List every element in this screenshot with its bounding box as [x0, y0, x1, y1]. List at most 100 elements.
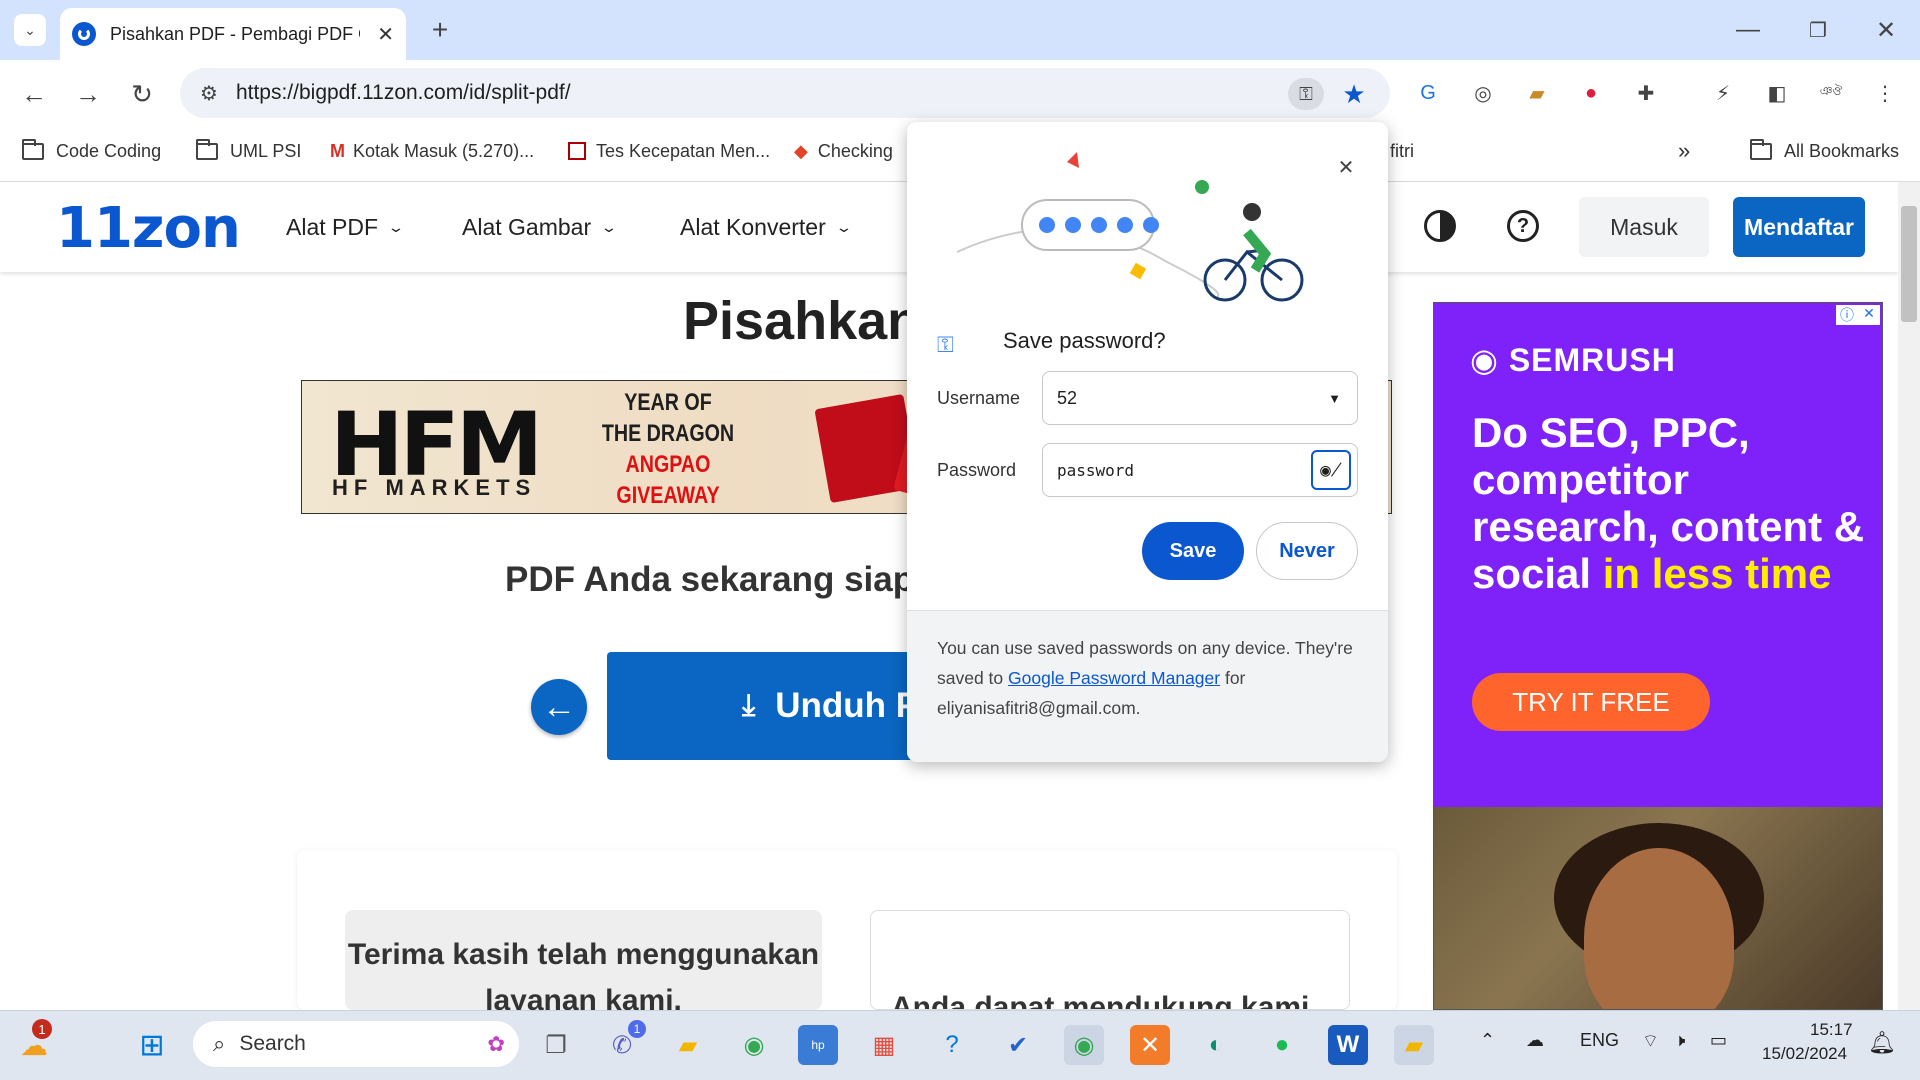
store-icon[interactable]: ▦ — [864, 1025, 904, 1065]
more-bookmarks-button[interactable]: » — [1678, 136, 1690, 166]
chrome-icon[interactable]: ◉ — [1064, 1025, 1104, 1065]
restore-button[interactable]: ❐ — [1800, 14, 1836, 46]
grammarly-extension-icon[interactable]: ◎ — [1468, 78, 1498, 108]
ad-info-icon[interactable]: ⓘ — [1836, 305, 1858, 325]
speedtest-icon — [568, 142, 586, 160]
taskbar-search[interactable]: ⌕ Search ✿ — [193, 1021, 519, 1067]
bookmark-code-coding[interactable]: Code Coding — [22, 136, 161, 166]
myhp-icon[interactable]: hp — [798, 1025, 838, 1065]
file-manager-icon[interactable]: ▰ — [1394, 1025, 1434, 1065]
bookmark-label: fitri — [1390, 140, 1414, 161]
help-icon[interactable]: ? — [1507, 210, 1539, 242]
url-text[interactable]: https://bigpdf.11zon.com/id/split-pdf/ — [236, 81, 571, 105]
password-key-icon[interactable]: ⚿ — [1288, 78, 1324, 110]
site-info-icon[interactable]: ⚙ — [200, 81, 218, 106]
minimize-button[interactable]: — — [1730, 14, 1766, 46]
back-button[interactable]: ← — [16, 78, 52, 110]
reload-button[interactable]: ↻ — [124, 78, 160, 110]
xampp-icon[interactable]: ✕ — [1130, 1025, 1170, 1065]
semrush-ad[interactable]: ◉ SEMRUSH Do SEO, PPC, competitor resear… — [1433, 302, 1883, 1010]
browser-tab[interactable]: Pisahkan PDF - Pembagi PDF Online ✕ — [60, 8, 406, 60]
translate-extension-icon[interactable]: G — [1413, 78, 1443, 108]
nav-alat-gambar[interactable]: Alat Gambar ⌄ — [462, 214, 618, 241]
password-manager-link[interactable]: Google Password Manager — [1008, 668, 1220, 688]
bookmark-label: Tes Kecepatan Men... — [596, 140, 771, 161]
new-tab-button[interactable]: + — [424, 14, 456, 46]
forward-button[interactable]: → — [70, 78, 106, 110]
site-logo[interactable]: 11zon — [56, 196, 241, 261]
todo-icon[interactable]: ✔ — [998, 1025, 1038, 1065]
start-windows-icon[interactable]: ⊞ — [132, 1025, 172, 1065]
eye-off-icon[interactable]: ◉̸ — [1311, 450, 1351, 490]
search-icon: ⌕ — [213, 1031, 226, 1056]
scrollbar-thumb[interactable] — [1901, 206, 1917, 322]
nav-alat-pdf[interactable]: Alat PDF ⌄ — [286, 214, 405, 241]
address-bar[interactable]: ⚙ https://bigpdf.11zon.com/id/split-pdf/ — [180, 68, 1390, 118]
copilot-icon: ✿ — [487, 1032, 505, 1056]
bookmark-gmail[interactable]: M Kotak Masuk (5.270)... — [330, 136, 534, 166]
side-panel-icon[interactable]: ◧ — [1762, 78, 1792, 108]
ad-choices[interactable]: ⓘ ✕ — [1836, 305, 1880, 325]
close-dialog-icon[interactable]: ✕ — [1331, 152, 1361, 182]
profile-icon[interactable]: ঞঔ — [1816, 78, 1846, 108]
menu-kebab-icon[interactable]: ⋮ — [1870, 78, 1900, 108]
clock-time[interactable]: 15:17 — [1810, 1020, 1853, 1040]
username-label: Username — [937, 388, 1021, 408]
folder-icon — [22, 138, 44, 160]
signup-button[interactable]: Mendaftar — [1733, 197, 1865, 257]
nav-label: Alat PDF — [286, 214, 379, 240]
try-it-free-button[interactable]: TRY IT FREE — [1472, 673, 1710, 731]
bookmark-star-icon[interactable]: ★ — [1337, 78, 1371, 110]
bookmark-label: Code Coding — [56, 140, 162, 161]
semrush-logo: ◉ SEMRUSH — [1470, 342, 1676, 378]
back-arrow-button[interactable]: ← — [531, 679, 587, 735]
record-extension-icon[interactable]: ● — [1576, 78, 1606, 108]
bookmark-speedtest[interactable]: Tes Kecepatan Men... — [568, 136, 770, 166]
notification-bell-icon[interactable]: 🔔︎ — [1868, 1030, 1896, 1056]
bookmark-label: UML PSI — [230, 140, 302, 161]
close-tab-icon[interactable]: ✕ — [377, 22, 394, 47]
bookmark-checking[interactable]: ◆ Checking — [794, 136, 893, 166]
tray-overflow-icon[interactable]: ⌃ — [1480, 1030, 1495, 1051]
wifi-icon[interactable]: ⌔ — [1642, 1030, 1659, 1053]
login-button[interactable]: Masuk — [1579, 197, 1709, 257]
ad-headline: YEAR OF THE DRAGON ANGPAO GIVEAWAY — [601, 389, 735, 509]
battery-icon[interactable]: ▭ — [1710, 1030, 1727, 1051]
word-icon[interactable]: W — [1328, 1025, 1368, 1065]
language-indicator[interactable]: ENG — [1580, 1030, 1619, 1051]
get-help-icon[interactable]: ? — [932, 1025, 972, 1065]
password-field[interactable]: password ◉̸ — [1042, 443, 1358, 497]
username-dropdown[interactable]: 52 ▼ — [1042, 371, 1358, 425]
password-illustration — [956, 152, 1304, 302]
task-view-icon[interactable]: ❐ — [536, 1025, 576, 1065]
ad-close-icon[interactable]: ✕ — [1858, 305, 1880, 325]
chrome-profile-icon[interactable]: ◉ — [734, 1025, 774, 1065]
folder-icon — [196, 138, 218, 160]
semrush-headline: Do SEO, PPC, competitor research, conten… — [1472, 409, 1865, 597]
all-bookmarks-button[interactable]: All Bookmarks — [1750, 136, 1899, 166]
never-button[interactable]: Never — [1256, 522, 1358, 580]
extensions-puzzle-icon[interactable]: ✚ — [1631, 78, 1661, 108]
volume-muted-icon[interactable]: 🕨 — [1674, 1030, 1685, 1051]
file-explorer-icon[interactable]: ▰ — [668, 1025, 708, 1065]
chevron-down-icon: ⌄ — [600, 219, 618, 235]
onedrive-icon[interactable]: ☁ — [1526, 1030, 1544, 1051]
password-value: password — [1057, 460, 1135, 480]
honey-extension-icon[interactable]: ▰ — [1522, 78, 1552, 108]
nav-alat-konverter[interactable]: Alat Konverter ⌄ — [680, 214, 852, 241]
theme-toggle-icon[interactable] — [1424, 210, 1456, 242]
edge-icon[interactable]: ◐ — [1196, 1025, 1236, 1065]
nav-label: Alat Konverter — [680, 214, 826, 240]
site-favicon — [72, 22, 96, 46]
spotify-icon[interactable]: ● — [1262, 1025, 1302, 1065]
close-window-button[interactable]: ✕ — [1868, 14, 1904, 46]
tab-search-button[interactable]: ⌄ — [14, 14, 46, 46]
bookmark-uml-psi[interactable]: UML PSI — [196, 136, 301, 166]
bookmark-fitri[interactable]: fitri — [1390, 136, 1414, 166]
save-button[interactable]: Save — [1142, 522, 1244, 580]
username-value: 52 — [1057, 387, 1078, 408]
clock-date[interactable]: 15/02/2024 — [1762, 1044, 1847, 1064]
gitlab-icon: ◆ — [794, 140, 808, 161]
performance-icon[interactable]: ⚡ — [1708, 78, 1738, 108]
dropdown-arrow-icon: ▼ — [1328, 390, 1341, 406]
